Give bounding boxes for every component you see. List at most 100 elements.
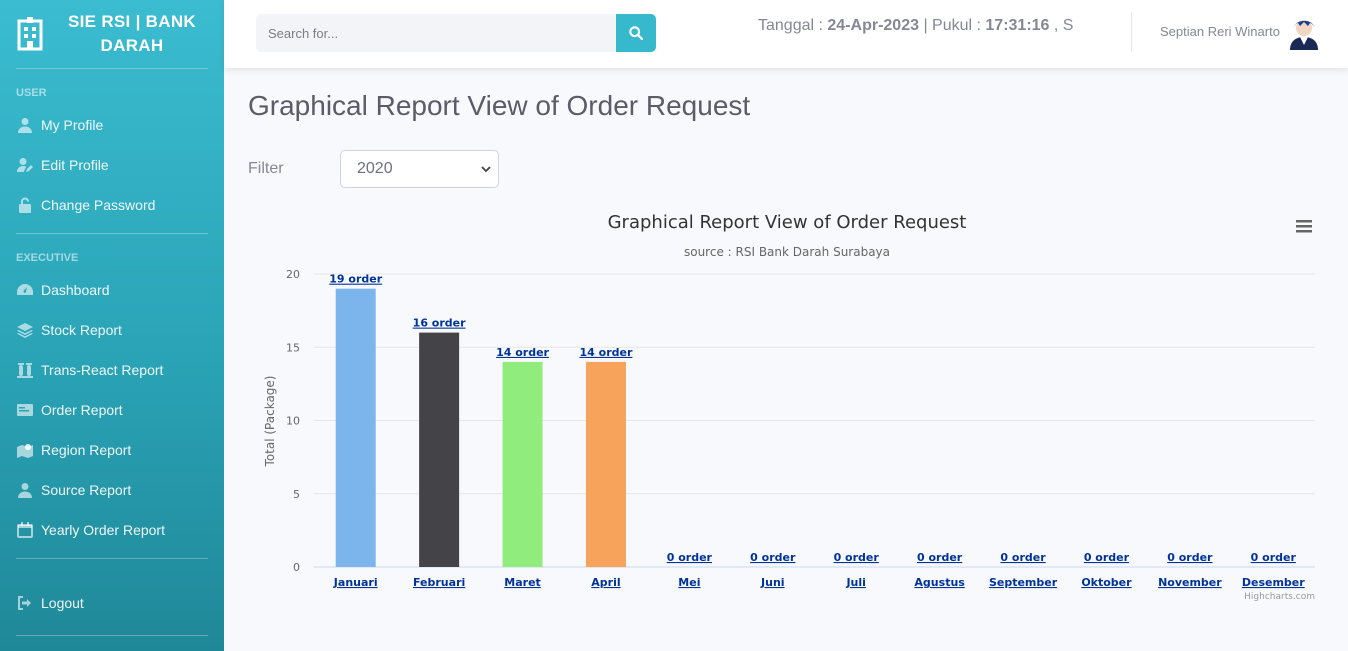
y-tick-label: 20 xyxy=(286,268,300,281)
sidebar-item-source-report[interactable]: Source Report xyxy=(0,470,224,510)
sidebar-item-label: Logout xyxy=(41,595,84,611)
bar-data-label[interactable]: 0 order xyxy=(667,551,713,564)
x-category-label[interactable]: Mei xyxy=(678,576,700,589)
user-md-icon xyxy=(16,482,34,498)
user-icon xyxy=(16,117,34,133)
time-label: | Pukul : xyxy=(919,17,986,34)
sidebar-item-edit-profile[interactable]: Edit Profile xyxy=(0,145,224,185)
search-form xyxy=(256,14,656,52)
sidebar-divider xyxy=(16,558,208,559)
chart-subtitle: source : RSI Bank Darah Surabaya xyxy=(684,245,890,259)
sidebar-item-order-report[interactable]: Order Report xyxy=(0,390,224,430)
avatar[interactable] xyxy=(1288,16,1320,50)
chevron-down-icon xyxy=(481,166,491,173)
bar-data-label[interactable]: 0 order xyxy=(1084,551,1130,564)
chart-title: Graphical Report View of Order Request xyxy=(608,212,967,233)
sidebar-item-label: Dashboard xyxy=(41,282,110,298)
date-value: 24-Apr-2023 xyxy=(827,17,919,34)
search-input[interactable] xyxy=(256,14,616,52)
chart-bar[interactable] xyxy=(585,361,626,567)
bar-data-label[interactable]: 14 order xyxy=(496,346,549,359)
chart-bar[interactable] xyxy=(419,332,460,567)
bar-data-label[interactable]: 0 order xyxy=(917,551,963,564)
sidebar-item-change-password[interactable]: Change Password xyxy=(0,185,224,225)
chart-menu-icon[interactable] xyxy=(1296,220,1312,233)
sidebar-item-dashboard[interactable]: Dashboard xyxy=(0,270,224,310)
topbar-divider xyxy=(1131,12,1132,52)
year-filter-select[interactable]: 2020 xyxy=(340,150,499,188)
sidebar-item-label: Source Report xyxy=(41,482,132,498)
logout-icon xyxy=(16,595,34,611)
sidebar-item-logout[interactable]: Logout xyxy=(0,583,224,623)
layers-icon xyxy=(16,322,34,338)
brand-title: SIE RSI | BANK DARAH xyxy=(68,12,196,55)
date-label: Tanggal : xyxy=(758,17,828,34)
user-edit-icon xyxy=(16,157,34,173)
x-category-label[interactable]: Maret xyxy=(504,576,541,589)
sidebar-item-my-profile[interactable]: My Profile xyxy=(0,105,224,145)
sidebar-item-yearly-order-report[interactable]: Yearly Order Report xyxy=(0,510,224,550)
lock-icon xyxy=(16,197,34,213)
x-category-label[interactable]: Juli xyxy=(845,576,865,589)
search-icon xyxy=(629,26,643,40)
bar-data-label[interactable]: 14 order xyxy=(580,346,633,359)
sidebar-item-label: Stock Report xyxy=(41,322,122,338)
x-category-label[interactable]: Desember xyxy=(1242,576,1305,589)
bar-data-label[interactable]: 0 order xyxy=(1000,551,1046,564)
sidebar-item-label: Yearly Order Report xyxy=(41,522,165,538)
hospital-icon xyxy=(17,17,43,51)
chart-bar[interactable] xyxy=(502,361,543,567)
y-tick-label: 0 xyxy=(293,561,300,574)
calendar-icon xyxy=(16,522,34,538)
bar-data-label[interactable]: 0 order xyxy=(1251,551,1297,564)
x-category-label[interactable]: November xyxy=(1158,576,1222,589)
sidebar-heading-user: USER xyxy=(16,87,47,99)
sidebar: SIE RSI | BANK DARAH USER My Profile Edi… xyxy=(0,0,224,651)
x-category-label[interactable]: Oktober xyxy=(1081,576,1132,589)
map-icon xyxy=(16,442,34,458)
sidebar-item-label: Change Password xyxy=(41,197,156,213)
sidebar-divider xyxy=(16,635,208,636)
sidebar-item-label: Order Report xyxy=(41,402,123,418)
chart-data-labels: 19 order 16 order 14 order 14 order 0 order 0… xyxy=(329,273,1296,564)
filter-label: Filter xyxy=(248,160,284,177)
y-axis-label: Total (Package) xyxy=(263,376,277,468)
x-category-label[interactable]: Agustus xyxy=(914,576,965,589)
brand[interactable]: SIE RSI | BANK DARAH xyxy=(0,0,224,68)
y-tick-label: 10 xyxy=(286,415,300,428)
topbar: Tanggal : 24-Apr-2023 | Pukul : 17:31:16… xyxy=(224,0,1348,68)
chart-credits[interactable]: Highcharts.com xyxy=(1244,592,1315,602)
sidebar-heading-executive: EXECUTIVE xyxy=(16,252,79,264)
sidebar-item-stock-report[interactable]: Stock Report xyxy=(0,310,224,350)
sidebar-item-trans-react-report[interactable]: Trans-React Report xyxy=(0,350,224,390)
bar-data-label[interactable]: 0 order xyxy=(834,551,880,564)
bar-data-label[interactable]: 19 order xyxy=(329,273,382,286)
sidebar-item-label: Trans-React Report xyxy=(41,362,164,378)
order-chart: Graphical Report View of Order Request s… xyxy=(263,212,1315,602)
year-filter-value: 2020 xyxy=(357,160,393,177)
user-name[interactable]: Septian Reri Winarto xyxy=(1160,24,1280,39)
dashboard-icon xyxy=(16,282,34,298)
vials-icon xyxy=(16,362,34,378)
x-axis-labels: Januari Februari Maret April Mei Juni Juli Agus… xyxy=(333,576,1305,589)
sidebar-item-label: Region Report xyxy=(41,442,132,458)
receipt-icon xyxy=(16,402,34,418)
x-category-label[interactable]: April xyxy=(591,576,620,589)
x-category-label[interactable]: Juni xyxy=(760,576,785,589)
chart-bar[interactable] xyxy=(335,288,376,567)
sidebar-item-region-report[interactable]: Region Report xyxy=(0,430,224,470)
time-suffix: , S xyxy=(1049,17,1074,34)
x-category-label[interactable]: Februari xyxy=(413,576,465,589)
chart-bars xyxy=(335,288,626,567)
sidebar-item-label: My Profile xyxy=(41,117,104,133)
y-axis-ticks: 0 5 10 15 20 xyxy=(286,268,300,574)
x-category-label[interactable]: September xyxy=(989,576,1058,589)
search-button[interactable] xyxy=(616,14,656,52)
y-tick-label: 15 xyxy=(286,341,300,354)
bar-data-label[interactable]: 0 order xyxy=(750,551,796,564)
x-category-label[interactable]: Januari xyxy=(333,576,378,589)
bar-data-label[interactable]: 16 order xyxy=(413,317,466,330)
time-value: 17:31:16 xyxy=(985,17,1050,34)
sidebar-item-label: Edit Profile xyxy=(41,157,109,173)
bar-data-label[interactable]: 0 order xyxy=(1167,551,1213,564)
